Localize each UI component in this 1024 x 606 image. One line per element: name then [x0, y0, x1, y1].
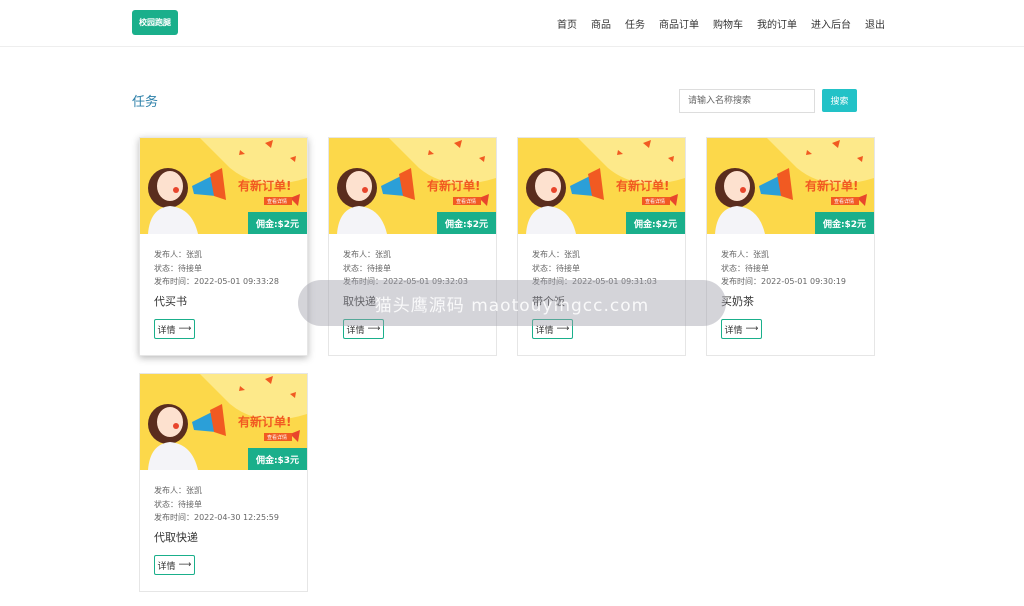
nav-logout[interactable]: 退出: [865, 16, 885, 31]
task-banner-image: 有新订单! 查看详情 佣金:$2元: [140, 138, 307, 234]
nav-home[interactable]: 首页: [557, 16, 577, 31]
task-name: 代买书: [154, 295, 187, 308]
task-time: 发布时间：2022-04-30 12:25:59: [154, 513, 279, 522]
top-navbar: 校园跑腿 首页 商品 任务 商品订单 购物车 我的订单 进入后台 退出: [0, 0, 1024, 47]
svg-text:有新订单!: 有新订单!: [238, 178, 291, 193]
task-card[interactable]: 有新订单! 查看详情 佣金:$2元 发布人：张凯 状态：待接单 发布时间：202…: [139, 137, 308, 356]
detail-button[interactable]: 详情 ⟶: [154, 555, 195, 575]
detail-label: 详情: [724, 325, 743, 336]
task-publisher: 发布人：张凯: [154, 250, 202, 259]
task-banner-image: 有新订单! 查看详情 佣金:$2元: [518, 138, 685, 234]
task-status: 状态：待接单: [343, 263, 391, 273]
arrow-right-icon: ⟶: [178, 560, 192, 570]
task-publisher: 发布人：张凯: [532, 250, 580, 259]
commission-badge: 佣金:$2元: [626, 212, 685, 234]
svg-text:查看详情: 查看详情: [834, 198, 854, 205]
svg-text:查看详情: 查看详情: [267, 434, 287, 441]
commission-badge: 佣金:$3元: [248, 448, 307, 470]
svg-text:有新订单!: 有新订单!: [805, 178, 858, 193]
nav-my-orders[interactable]: 我的订单: [757, 16, 797, 31]
task-name: 代取快递: [154, 531, 198, 544]
nav-admin[interactable]: 进入后台: [811, 16, 851, 31]
task-banner-image: 有新订单! 查看详情 佣金:$2元: [707, 138, 874, 234]
detail-button[interactable]: 详情 ⟶: [721, 319, 762, 339]
search-input[interactable]: [679, 89, 815, 113]
task-status: 状态：待接单: [532, 263, 580, 273]
task-banner-image: 有新订单! 查看详情 佣金:$3元: [140, 374, 307, 470]
site-logo[interactable]: 校园跑腿: [132, 10, 178, 35]
task-card[interactable]: 有新订单! 查看详情 佣金:$3元 发布人：张凯 状态：待接单 发布时间：202…: [139, 373, 308, 592]
svg-text:有新订单!: 有新订单!: [238, 414, 291, 429]
task-status: 状态：待接单: [721, 263, 769, 273]
commission-badge: 佣金:$2元: [815, 212, 874, 234]
detail-button[interactable]: 详情 ⟶: [154, 319, 195, 339]
arrow-right-icon: ⟶: [178, 324, 192, 334]
task-meta: 发布人：张凯 状态：待接单 发布时间：2022-05-01 09:33:28: [154, 248, 279, 289]
task-publisher: 发布人：张凯: [721, 250, 769, 259]
nav-product-orders[interactable]: 商品订单: [659, 16, 699, 31]
detail-label: 详情: [157, 325, 176, 336]
task-publisher: 发布人：张凯: [154, 486, 202, 495]
svg-text:查看详情: 查看详情: [456, 198, 476, 205]
detail-label: 详情: [157, 561, 176, 572]
search-button[interactable]: 搜索: [822, 89, 857, 112]
svg-text:有新订单!: 有新订单!: [616, 178, 669, 193]
task-meta: 发布人：张凯 状态：待接单 发布时间：2022-04-30 12:25:59: [154, 484, 279, 525]
arrow-right-icon: ⟶: [745, 324, 759, 334]
commission-badge: 佣金:$2元: [437, 212, 496, 234]
nav-tasks[interactable]: 任务: [625, 16, 645, 31]
task-time: 发布时间：2022-05-01 09:30:19: [721, 277, 846, 286]
task-publisher: 发布人：张凯: [343, 250, 391, 259]
nav-products[interactable]: 商品: [591, 16, 611, 31]
task-status: 状态：待接单: [154, 263, 202, 273]
task-card[interactable]: 有新订单! 查看详情 佣金:$2元 发布人：张凯 状态：待接单 发布时间：202…: [706, 137, 875, 356]
svg-text:查看详情: 查看详情: [645, 198, 665, 205]
task-time: 发布时间：2022-05-01 09:33:28: [154, 277, 279, 286]
task-status: 状态：待接单: [154, 499, 202, 509]
main-nav: 首页 商品 任务 商品订单 购物车 我的订单 进入后台 退出: [557, 0, 885, 47]
nav-cart[interactable]: 购物车: [713, 16, 743, 31]
svg-text:有新订单!: 有新订单!: [427, 178, 480, 193]
commission-badge: 佣金:$2元: [248, 212, 307, 234]
task-banner-image: 有新订单! 查看详情 佣金:$2元: [329, 138, 496, 234]
svg-text:查看详情: 查看详情: [267, 198, 287, 205]
task-meta: 发布人：张凯 状态：待接单 发布时间：2022-05-01 09:30:19: [721, 248, 846, 289]
page-title: 任务: [132, 95, 159, 110]
watermark-overlay: 猫头鹰源码 maotouyingcc.com: [298, 280, 726, 326]
